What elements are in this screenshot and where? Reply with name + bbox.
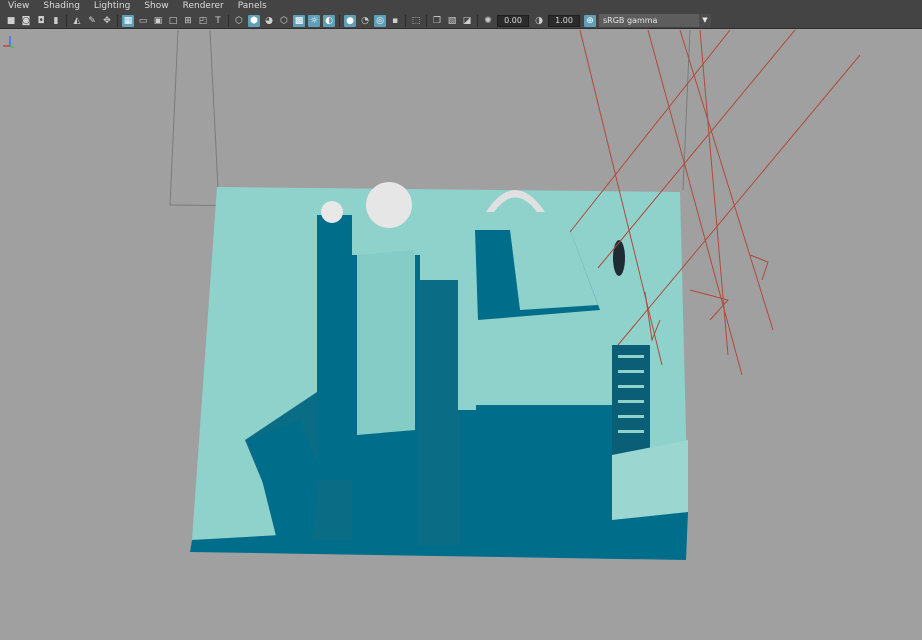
textured-icon[interactable]: ▩ — [293, 14, 305, 27]
field-chart-icon[interactable]: ⊞ — [182, 15, 194, 27]
gamma-field[interactable] — [548, 14, 580, 27]
menu-lighting[interactable]: Lighting — [94, 0, 130, 13]
chevron-down-icon[interactable]: ▼ — [699, 14, 711, 27]
viewport-3d[interactable]: persp — [0, 30, 922, 640]
smooth-shade-icon[interactable]: ⬢ — [248, 14, 260, 27]
tall-column — [317, 215, 352, 480]
anti-aliasing-icon[interactable]: ◎ — [374, 14, 386, 27]
scene-render — [169, 30, 861, 560]
camera-attributes-icon[interactable]: ◙ — [20, 15, 32, 27]
film-gate-icon[interactable]: ▭ — [137, 15, 149, 27]
menu-show[interactable]: Show — [144, 0, 168, 13]
image-plane-icon[interactable]: ▮ — [50, 15, 62, 27]
toolbar-divider — [426, 14, 427, 27]
exposure-field[interactable] — [497, 14, 529, 27]
xray-joints-icon[interactable]: ▧ — [446, 15, 458, 27]
two-d-pan-icon[interactable]: ✥ — [101, 15, 113, 27]
exposure-icon[interactable]: ✺ — [482, 15, 494, 27]
block-right-mid — [475, 335, 612, 410]
view-transform-select[interactable]: sRGB gamma ▼ — [599, 14, 711, 27]
menu-shading[interactable]: Shading — [43, 0, 80, 13]
menu-view[interactable]: View — [8, 0, 29, 13]
bookmarks-icon[interactable]: ◘ — [35, 15, 47, 27]
view-transform-label: sRGB gamma — [603, 16, 658, 25]
resolution-gate-icon[interactable]: ▣ — [152, 15, 164, 27]
panel-toolbar: ■ ◙ ◘ ▮ ◭ ✎ ✥ ▦ ▭ ▣ □ ⊞ ◰ T ⬡ ⬢ ◕ ⬡ ▩ ☼ … — [0, 13, 922, 29]
safe-title-icon[interactable]: T — [212, 15, 224, 27]
center-narrow-tower — [418, 280, 460, 545]
wireframe-icon[interactable]: ⬡ — [233, 15, 245, 27]
menu-renderer[interactable]: Renderer — [183, 0, 224, 13]
grease-pencil-icon[interactable]: ✎ — [86, 15, 98, 27]
toolbar-divider — [66, 14, 67, 27]
screen-space-ao-icon[interactable]: ● — [344, 14, 356, 27]
toolbar-divider — [339, 14, 340, 27]
color-management-icon[interactable]: ⊕ — [584, 14, 596, 27]
pivot-icon[interactable]: ◭ — [71, 15, 83, 27]
toolbar-divider — [405, 14, 406, 27]
use-all-lights-icon[interactable]: ☼ — [308, 14, 320, 27]
sphere-small — [321, 201, 343, 223]
default-material-icon[interactable]: ◕ — [263, 15, 275, 27]
toolbar-divider — [117, 14, 118, 27]
gamma-icon[interactable]: ◑ — [533, 15, 545, 27]
wireframe-on-shaded-icon[interactable]: ⬡ — [278, 15, 290, 27]
depth-of-field-icon[interactable]: ▪ — [389, 15, 401, 27]
dark-oval-object — [613, 240, 625, 276]
gate-mask-icon[interactable]: □ — [167, 15, 179, 27]
center-pillar-light — [458, 270, 476, 410]
xray-icon[interactable]: ❐ — [431, 15, 443, 27]
isolate-select-icon[interactable]: ⬚ — [410, 15, 422, 27]
toolbar-divider — [228, 14, 229, 27]
motion-blur-icon[interactable]: ◔ — [359, 15, 371, 27]
safe-action-icon[interactable]: ◰ — [197, 15, 209, 27]
block-right-lower — [458, 405, 612, 545]
bounding-box-lines — [169, 30, 691, 211]
axis-gizmo-icon — [3, 36, 15, 49]
sphere-large — [366, 182, 412, 228]
grid-icon[interactable]: ▦ — [122, 14, 134, 27]
toolbar-divider — [477, 14, 478, 27]
menu-panels[interactable]: Panels — [238, 0, 267, 13]
xray-active-icon[interactable]: ◪ — [461, 15, 473, 27]
select-camera-icon[interactable]: ■ — [5, 15, 17, 27]
building-light-front — [357, 250, 415, 435]
menu-bar: View Shading Lighting Show Renderer Pane… — [0, 0, 922, 13]
shadows-icon[interactable]: ◐ — [323, 14, 335, 27]
